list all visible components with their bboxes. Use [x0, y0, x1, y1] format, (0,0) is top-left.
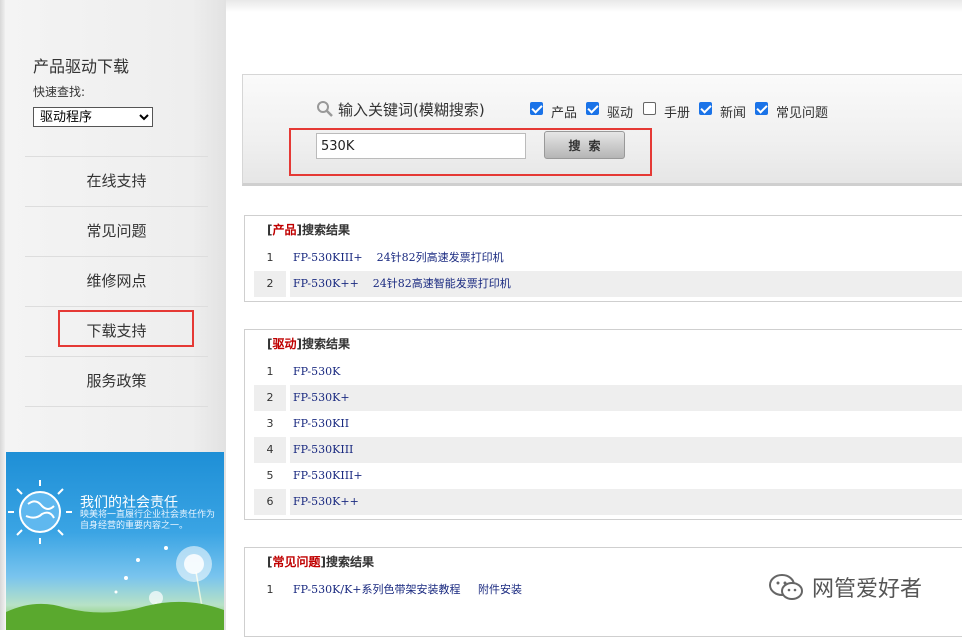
- result-category: 驱动: [272, 337, 297, 351]
- table-row[interactable]: 3 FP-530KII: [254, 411, 962, 437]
- filter-manual-checkbox[interactable]: [643, 102, 656, 115]
- nav-label: 维修网点: [86, 272, 147, 290]
- table-row[interactable]: 2 FP-530K++ 24针82高速智能发票打印机: [254, 271, 962, 297]
- banner-title: 我们的社会责任: [80, 495, 178, 511]
- csr-banner[interactable]: 我们的社会责任 映美将一直履行企业社会责任作为自身经营的重要内容之一。: [6, 452, 224, 630]
- row-link[interactable]: FP-530K++ 24针82高速智能发票打印机: [293, 271, 511, 297]
- filter-product-checkbox[interactable]: [530, 102, 543, 115]
- row-number: 2: [266, 277, 274, 290]
- table-row[interactable]: 1 FP-530K: [254, 359, 962, 385]
- nav-faq[interactable]: 常见问题: [25, 206, 208, 256]
- row-number: 1: [266, 583, 274, 596]
- filter-driver-label: 驱动: [607, 106, 634, 121]
- magnifier-icon: [317, 101, 333, 117]
- nav-label: 服务政策: [86, 372, 147, 390]
- nav-highlight-box: [58, 310, 194, 347]
- row-link[interactable]: FP-530KIII+: [293, 463, 363, 489]
- banner-art: [6, 480, 224, 630]
- row-link[interactable]: FP-530K/K+系列色带架安装教程 附件安装: [293, 577, 522, 603]
- table-row[interactable]: 4 FP-530KIII: [254, 437, 962, 463]
- watermark: 网管爱好者: [768, 570, 922, 604]
- filter-driver-checkbox[interactable]: [586, 102, 599, 115]
- result-category: 常见问题: [272, 555, 321, 569]
- nav-service-policy[interactable]: 服务政策: [25, 356, 208, 406]
- row-number: 1: [266, 251, 274, 264]
- row-number: 6: [266, 495, 274, 508]
- table-row[interactable]: 5 FP-530KIII+: [254, 463, 962, 489]
- result-category: 产品: [272, 223, 297, 237]
- result-suffix: 搜索结果: [301, 337, 350, 351]
- table-row[interactable]: 6 FP-530K++: [254, 489, 962, 515]
- table-row[interactable]: 1 FP-530KIII+ 24针82列高速发票打印机: [254, 245, 962, 271]
- search-title: 输入关键词(模糊搜索): [338, 101, 485, 119]
- row-number: 2: [266, 391, 274, 404]
- row-number: 5: [266, 469, 274, 482]
- filter-news-label: 新闻: [720, 106, 747, 121]
- nav-repair-points[interactable]: 维修网点: [25, 256, 208, 306]
- nav-label: 在线支持: [86, 172, 147, 190]
- row-number: 3: [266, 417, 274, 430]
- row-link[interactable]: FP-530KIII: [293, 437, 353, 463]
- filter-manual-label: 手册: [664, 106, 691, 121]
- filter-faq-checkbox[interactable]: [755, 102, 768, 115]
- result-suffix: 搜索结果: [301, 223, 350, 237]
- driver-results-heading: [驱动]搜索结果: [267, 337, 350, 351]
- row-link[interactable]: FP-530KII: [293, 411, 349, 437]
- watermark-text: 网管爱好者: [812, 577, 923, 602]
- banner-subtitle: 映美将一直履行企业社会责任作为自身经营的重要内容之一。: [80, 510, 216, 531]
- filter-faq-label: 常见问题: [776, 106, 829, 121]
- wechat-icon: [769, 574, 803, 600]
- sidebar-edge: [0, 0, 5, 630]
- row-number: 1: [266, 365, 274, 378]
- row-link[interactable]: FP-530K++: [293, 489, 359, 515]
- nav-divider: [25, 406, 208, 407]
- row-number: 4: [266, 443, 274, 456]
- result-suffix: 搜索结果: [325, 555, 374, 569]
- quick-search-label: 快速查找:: [33, 85, 86, 99]
- filter-news-checkbox[interactable]: [699, 102, 712, 115]
- top-shadow: [226, 0, 962, 12]
- quick-search-select[interactable]: 驱动程序: [33, 107, 153, 127]
- search-highlight-box: [289, 128, 652, 176]
- sidebar-title: 产品驱动下载: [33, 57, 130, 76]
- row-link[interactable]: FP-530KIII+ 24针82列高速发票打印机: [293, 245, 504, 271]
- row-link[interactable]: FP-530K+: [293, 385, 350, 411]
- row-link[interactable]: FP-530K: [293, 359, 340, 385]
- table-row[interactable]: 2 FP-530K+: [254, 385, 962, 411]
- filter-product-label: 产品: [551, 106, 578, 121]
- faq-results-heading: [常见问题]搜索结果: [267, 555, 374, 569]
- product-results-heading: [产品]搜索结果: [267, 223, 350, 237]
- nav-online-support[interactable]: 在线支持: [25, 156, 208, 206]
- globe-icon: [8, 480, 72, 544]
- nav-label: 常见问题: [86, 222, 147, 240]
